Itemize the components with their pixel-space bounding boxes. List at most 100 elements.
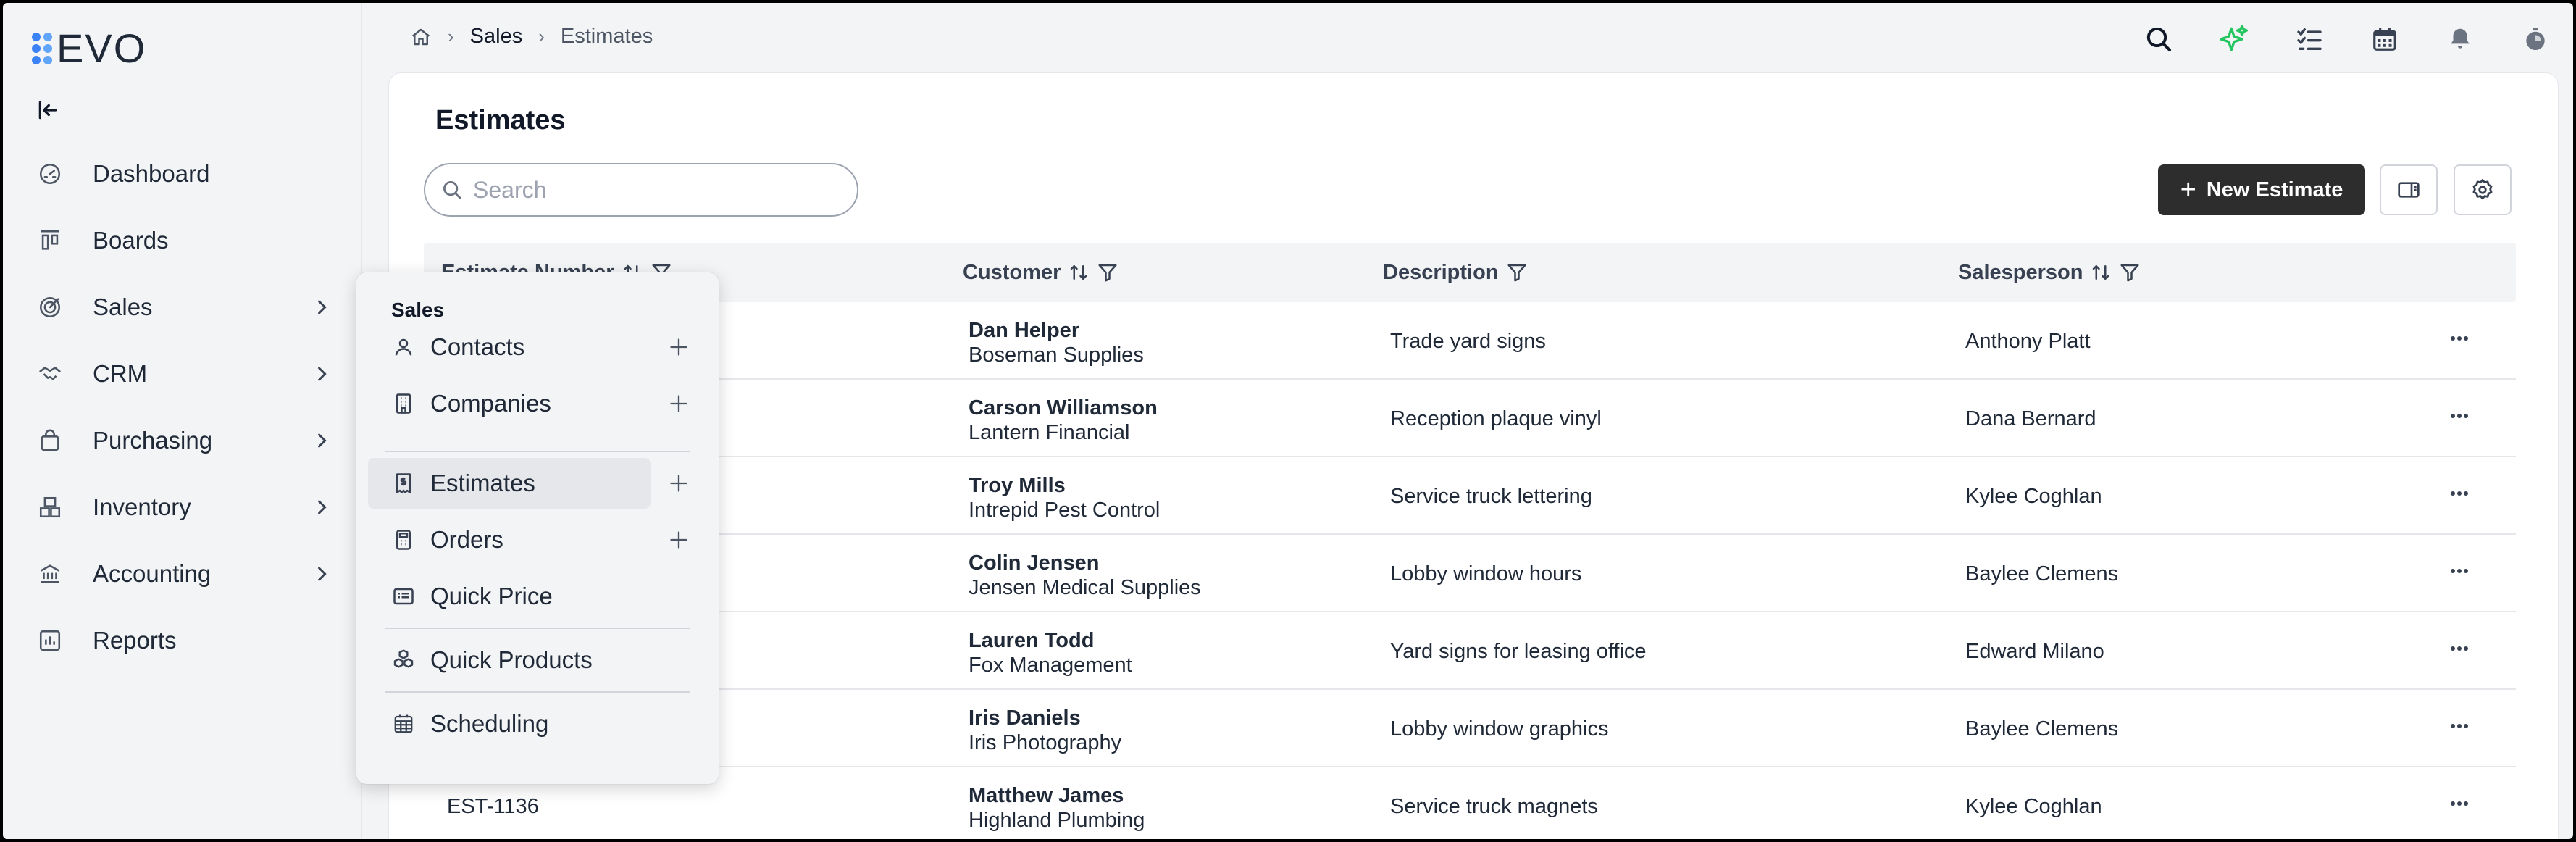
price-list-icon: [391, 584, 416, 609]
page-title: Estimates: [435, 105, 566, 136]
search-icon: [2146, 27, 2171, 51]
add-estimate-button[interactable]: [661, 465, 697, 501]
menu-item-scheduling[interactable]: Scheduling: [368, 699, 651, 749]
app-window: EVO Dashboard Boards Sales CRM Purchasin…: [3, 3, 2573, 839]
tasks-button[interactable]: [2272, 19, 2347, 59]
toggle-panel-button[interactable]: [2380, 164, 2438, 215]
search-icon: [443, 181, 461, 199]
menu-item-orders[interactable]: Orders: [368, 514, 651, 565]
new-estimate-button[interactable]: + New Estimate: [2158, 164, 2365, 215]
sidebar-item-accounting[interactable]: Accounting: [3, 541, 361, 607]
handshake-icon: [36, 360, 64, 388]
customer-contact-name[interactable]: Iris Daniels: [969, 706, 1121, 730]
more-horizontal-icon: [2451, 724, 2468, 728]
menu-divider: [385, 691, 690, 693]
customer-company-name: Jensen Medical Supplies: [969, 576, 1201, 599]
settings-button[interactable]: [2454, 164, 2512, 215]
column-header-customer[interactable]: Customer: [963, 261, 1118, 285]
sidebar-item-purchasing[interactable]: Purchasing: [3, 407, 361, 474]
customer-contact-name[interactable]: Carson Williamson: [969, 396, 1158, 420]
sidebar-item-crm[interactable]: CRM: [3, 341, 361, 407]
table-row[interactable]: Iris Daniels Iris Photography Lobby window…: [424, 690, 2516, 767]
row-actions-button[interactable]: [2445, 634, 2474, 663]
row-actions-button[interactable]: [2445, 712, 2474, 741]
sidebar-item-sales[interactable]: Sales: [3, 274, 361, 341]
logo[interactable]: EVO: [32, 25, 146, 72]
notifications-button[interactable]: [2422, 19, 2498, 59]
customer-contact-name[interactable]: Colin Jensen: [969, 551, 1201, 575]
sidebar-item-inventory[interactable]: Inventory: [3, 474, 361, 541]
search-button[interactable]: [2121, 19, 2196, 59]
row-actions-button[interactable]: [2445, 479, 2474, 508]
customer-contact-name[interactable]: Lauren Todd: [969, 628, 1132, 653]
menu-item-quick-products[interactable]: Quick Products: [368, 635, 651, 685]
table-row[interactable]: Carson Williamson Lantern Financial Recept…: [424, 380, 2516, 457]
menu-item-label: Scheduling: [430, 710, 549, 737]
description-cell: Reception plaque vinyl: [1390, 407, 1602, 430]
row-actions-button[interactable]: [2445, 789, 2474, 818]
sidebar-item-reports[interactable]: Reports: [3, 607, 361, 674]
description-cell: Yard signs for leasing office: [1390, 640, 1647, 663]
table-row[interactable]: EST-1136 Matthew James Highland Plumbing Se…: [424, 767, 2516, 839]
estimate-number-cell[interactable]: EST-1136: [447, 795, 539, 819]
search-input[interactable]: [473, 176, 821, 204]
description-cell: Service truck lettering: [1390, 485, 1592, 508]
table-body: Dan Helper Boseman Supplies Trade yard sig…: [424, 302, 2516, 839]
customer-contact-name[interactable]: Dan Helper: [969, 318, 1144, 343]
plus-icon: [670, 475, 687, 492]
checklist-icon: [2297, 28, 2322, 51]
sort-icon[interactable]: [1068, 262, 1090, 283]
row-actions-button[interactable]: [2445, 557, 2474, 585]
table-row[interactable]: Lauren Todd Fox Management Yard signs for …: [424, 612, 2516, 690]
chevron-right-icon: [318, 567, 327, 581]
customer-cell: Carson Williamson Lantern Financial: [969, 396, 1158, 445]
calendar-button[interactable]: [2347, 19, 2422, 59]
chevron-right-icon: [318, 300, 327, 314]
menu-item-label: Quick Products: [430, 646, 593, 673]
home-icon[interactable]: [410, 26, 432, 48]
customer-cell: Dan Helper Boseman Supplies: [969, 318, 1144, 367]
ai-assistant-button[interactable]: [2196, 19, 2272, 59]
more-horizontal-icon: [2451, 414, 2468, 418]
customer-contact-name[interactable]: Troy Mills: [969, 473, 1160, 498]
breadcrumb-item-sales[interactable]: Sales: [470, 25, 523, 49]
filter-icon[interactable]: [1097, 262, 1118, 283]
row-actions-button[interactable]: [2445, 324, 2474, 353]
timer-button[interactable]: [2498, 19, 2573, 59]
new-estimate-label: New Estimate: [2206, 178, 2343, 201]
sort-icon[interactable]: [2090, 262, 2112, 283]
collapse-left-icon: [38, 101, 57, 120]
bell-icon: [2451, 28, 2470, 49]
shopping-bag-icon: [36, 427, 64, 454]
customer-company-name: Fox Management: [969, 654, 1132, 677]
column-header-description[interactable]: Description: [1383, 261, 1528, 285]
menu-item-estimates[interactable]: Estimates: [368, 458, 651, 509]
table-row[interactable]: Colin Jensen Jensen Medical Supplies Lobby…: [424, 535, 2516, 612]
add-contact-button[interactable]: [661, 329, 697, 365]
filter-icon[interactable]: [2119, 262, 2141, 283]
customer-cell: Iris Daniels Iris Photography: [969, 706, 1121, 755]
salesperson-cell: Edward Milano: [1965, 640, 2104, 663]
customer-contact-name[interactable]: Matthew James: [969, 783, 1145, 808]
building-icon: [391, 391, 416, 416]
filter-icon[interactable]: [1506, 262, 1528, 283]
table-row[interactable]: Dan Helper Boseman Supplies Trade yard sig…: [424, 302, 2516, 380]
sidebar-item-boards[interactable]: Boards: [3, 207, 361, 274]
sidebar-item-label: Inventory: [93, 493, 191, 520]
dashboard-icon: [36, 160, 64, 188]
menu-item-companies[interactable]: Companies: [368, 378, 651, 429]
collapse-sidebar-button[interactable]: [33, 96, 62, 125]
sidebar-item-dashboard[interactable]: Dashboard: [3, 141, 361, 207]
chevron-right-icon: [318, 367, 327, 381]
table-row[interactable]: Troy Mills Intrepid Pest Control Service t…: [424, 457, 2516, 535]
add-order-button[interactable]: [661, 522, 697, 558]
menu-item-quick-price[interactable]: Quick Price: [368, 571, 651, 622]
menu-item-contacts[interactable]: Contacts: [368, 322, 651, 372]
column-header-salesperson[interactable]: Salesperson: [1958, 261, 2141, 285]
search-box[interactable]: [424, 163, 858, 217]
more-horizontal-icon: [2451, 491, 2468, 496]
add-company-button[interactable]: [661, 385, 697, 422]
row-actions-button[interactable]: [2445, 401, 2474, 430]
plus-icon: [670, 395, 687, 412]
salesperson-cell: Baylee Clemens: [1965, 717, 2119, 741]
